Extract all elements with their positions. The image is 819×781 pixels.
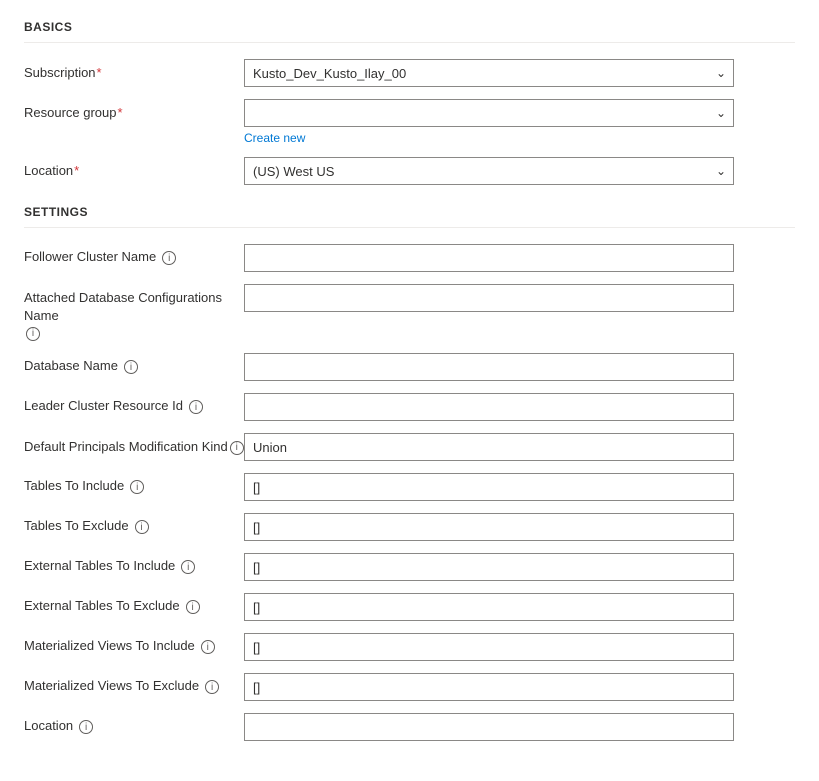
attached-db-config-name-row: Attached Database Configurations Name i (24, 284, 795, 341)
materialized-views-to-exclude-input[interactable] (244, 673, 734, 701)
location-basics-row: Location * (US) West US ⌄ (24, 157, 795, 185)
tables-to-exclude-info-icon[interactable]: i (135, 520, 149, 534)
external-tables-to-include-control (244, 553, 734, 581)
location-settings-label: Location i (24, 713, 244, 734)
tables-to-include-input[interactable] (244, 473, 734, 501)
leader-cluster-resource-id-control (244, 393, 734, 421)
tables-to-exclude-input[interactable] (244, 513, 734, 541)
attached-db-config-name-info-icon[interactable]: i (26, 327, 40, 341)
default-principals-modification-kind-info-icon[interactable]: i (230, 441, 244, 455)
basics-section: BASICS Subscription * Kusto_Dev_Kusto_Il… (24, 20, 795, 185)
location-settings-row: Location i (24, 713, 795, 741)
location-required: * (74, 162, 79, 180)
tables-to-include-control (244, 473, 734, 501)
tables-to-exclude-label: Tables To Exclude i (24, 513, 244, 534)
location-settings-input[interactable] (244, 713, 734, 741)
external-tables-to-exclude-row: External Tables To Exclude i (24, 593, 795, 621)
default-principals-modification-kind-control (244, 433, 734, 461)
leader-cluster-resource-id-input[interactable] (244, 393, 734, 421)
external-tables-to-include-input[interactable] (244, 553, 734, 581)
location-basics-label: Location * (24, 157, 244, 180)
follower-cluster-name-control (244, 244, 734, 272)
database-name-row: Database Name i (24, 353, 795, 381)
default-principals-modification-kind-input[interactable] (244, 433, 734, 461)
subscription-label: Subscription * (24, 59, 244, 82)
leader-cluster-resource-id-label: Leader Cluster Resource Id i (24, 393, 244, 414)
materialized-views-to-include-control (244, 633, 734, 661)
tables-to-exclude-row: Tables To Exclude i (24, 513, 795, 541)
database-name-control (244, 353, 734, 381)
database-name-label: Database Name i (24, 353, 244, 374)
follower-cluster-name-info-icon[interactable]: i (162, 251, 176, 265)
follower-cluster-name-row: Follower Cluster Name i (24, 244, 795, 272)
attached-db-config-name-label: Attached Database Configurations Name i (24, 284, 244, 341)
resource-group-required: * (118, 104, 123, 122)
subscription-required: * (97, 64, 102, 82)
materialized-views-to-exclude-info-icon[interactable]: i (205, 680, 219, 694)
resource-group-row: Resource group * ⌄ Create new (24, 99, 795, 145)
materialized-views-to-include-input[interactable] (244, 633, 734, 661)
create-new-link[interactable]: Create new (244, 131, 734, 145)
basics-divider (24, 42, 795, 43)
resource-group-label: Resource group * (24, 99, 244, 122)
location-settings-info-icon[interactable]: i (79, 720, 93, 734)
follower-cluster-name-label: Follower Cluster Name i (24, 244, 244, 265)
settings-section: SETTINGS Follower Cluster Name i Attache… (24, 205, 795, 741)
external-tables-to-include-label: External Tables To Include i (24, 553, 244, 574)
subscription-row: Subscription * Kusto_Dev_Kusto_Ilay_00 ⌄ (24, 59, 795, 87)
materialized-views-to-include-label: Materialized Views To Include i (24, 633, 244, 654)
subscription-select[interactable]: Kusto_Dev_Kusto_Ilay_00 (244, 59, 734, 87)
tables-to-include-row: Tables To Include i (24, 473, 795, 501)
settings-title: SETTINGS (24, 205, 795, 219)
follower-cluster-name-input[interactable] (244, 244, 734, 272)
resource-group-control: ⌄ Create new (244, 99, 734, 145)
subscription-control: Kusto_Dev_Kusto_Ilay_00 ⌄ (244, 59, 734, 87)
external-tables-to-exclude-input[interactable] (244, 593, 734, 621)
leader-cluster-resource-id-row: Leader Cluster Resource Id i (24, 393, 795, 421)
materialized-views-to-exclude-control (244, 673, 734, 701)
tables-to-include-label: Tables To Include i (24, 473, 244, 494)
external-tables-to-exclude-control (244, 593, 734, 621)
location-settings-control (244, 713, 734, 741)
materialized-views-to-exclude-row: Materialized Views To Exclude i (24, 673, 795, 701)
materialized-views-to-include-info-icon[interactable]: i (201, 640, 215, 654)
leader-cluster-resource-id-info-icon[interactable]: i (189, 400, 203, 414)
attached-db-config-name-control (244, 284, 734, 312)
resource-group-select-wrapper: ⌄ (244, 99, 734, 127)
tables-to-include-info-icon[interactable]: i (130, 480, 144, 494)
basics-title: BASICS (24, 20, 795, 34)
location-basics-control: (US) West US ⌄ (244, 157, 734, 185)
materialized-views-to-exclude-label: Materialized Views To Exclude i (24, 673, 244, 694)
default-principals-modification-kind-row: Default Principals Modification Kind i (24, 433, 795, 461)
database-name-info-icon[interactable]: i (124, 360, 138, 374)
subscription-select-wrapper: Kusto_Dev_Kusto_Ilay_00 ⌄ (244, 59, 734, 87)
attached-db-config-name-input[interactable] (244, 284, 734, 312)
external-tables-to-exclude-info-icon[interactable]: i (186, 600, 200, 614)
database-name-input[interactable] (244, 353, 734, 381)
external-tables-to-include-info-icon[interactable]: i (181, 560, 195, 574)
external-tables-to-include-row: External Tables To Include i (24, 553, 795, 581)
location-select[interactable]: (US) West US (244, 157, 734, 185)
materialized-views-to-include-row: Materialized Views To Include i (24, 633, 795, 661)
tables-to-exclude-control (244, 513, 734, 541)
settings-divider (24, 227, 795, 228)
resource-group-select[interactable] (244, 99, 734, 127)
location-select-wrapper: (US) West US ⌄ (244, 157, 734, 185)
external-tables-to-exclude-label: External Tables To Exclude i (24, 593, 244, 614)
default-principals-modification-kind-label: Default Principals Modification Kind i (24, 433, 244, 456)
